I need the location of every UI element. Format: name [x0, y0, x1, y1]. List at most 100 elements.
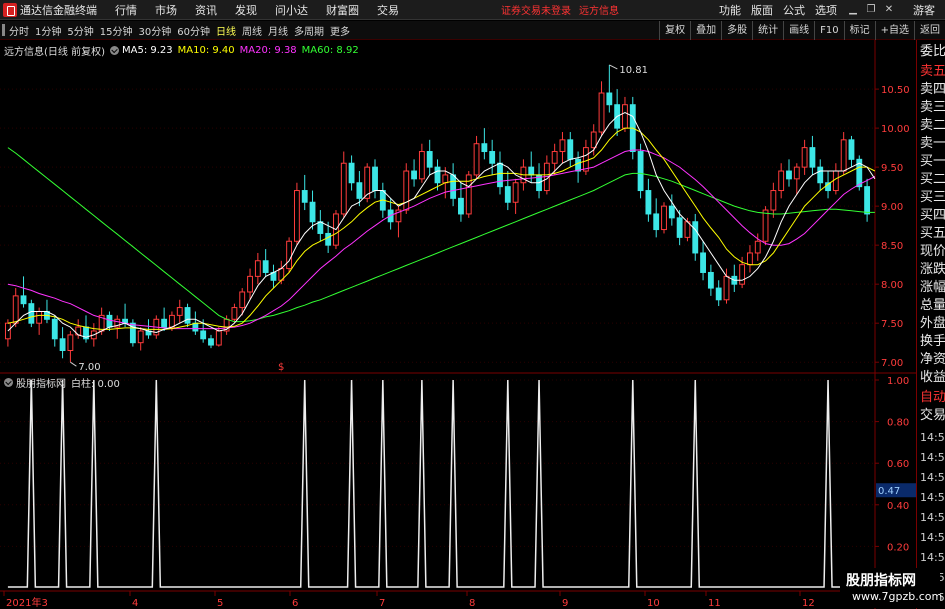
candle-body [809, 147, 816, 168]
tick-time-4: 14:5 [920, 491, 945, 504]
price-axis-label: 9.00 [881, 202, 903, 213]
legend-ma5: MA5: 9.23 [121, 45, 173, 56]
draw-line-button[interactable]: 画线 [783, 21, 814, 40]
legend-ma20: MA20: 9.38 [239, 45, 297, 56]
period-more[interactable]: 更多 [330, 23, 350, 38]
side-label-change: 涨跌 [920, 262, 945, 277]
max-price-label: 10.81 [619, 65, 648, 76]
candle-body [169, 314, 175, 328]
auto-trade-label-2[interactable]: 交易 [920, 408, 945, 424]
trade-login-status[interactable]: 证券交易未登录 [501, 2, 571, 17]
auto-trade-label-1[interactable]: 自动 [920, 390, 945, 406]
period-multi[interactable]: 多周期 [294, 23, 324, 38]
x-axis-label: 10 [647, 598, 660, 609]
menu-item-wealth[interactable]: 财富圈 [326, 2, 359, 18]
period-5min[interactable]: 5分钟 [67, 23, 93, 38]
ma5-line [7, 111, 876, 338]
menu-layout[interactable]: 版面 [751, 2, 773, 18]
current-stock-name: 远方信息 [579, 6, 619, 17]
menu-item-market[interactable]: 市场 [155, 2, 177, 18]
candle-body [442, 174, 449, 184]
period-60min[interactable]: 60分钟 [177, 23, 210, 38]
candle-body [208, 338, 214, 346]
add-watchlist-button[interactable]: +自选 [874, 21, 914, 40]
candle-body [715, 287, 722, 301]
adjust-button[interactable]: 复权 [659, 21, 690, 40]
candle-body [582, 147, 589, 172]
candle-body [754, 240, 761, 254]
side-label-sell2: 卖二 [920, 118, 945, 133]
tick-time-7: 14:5 [920, 551, 945, 564]
menu-formula[interactable]: 公式 [783, 2, 805, 18]
menu-item-news[interactable]: 资讯 [195, 2, 217, 18]
period-30min[interactable]: 30分钟 [138, 23, 171, 38]
period-15min[interactable]: 15分钟 [100, 23, 133, 38]
candle-body [286, 240, 293, 270]
chart-title: 远方信息(日线 前复权) [4, 47, 105, 58]
candle-body [801, 147, 808, 168]
close-icon[interactable]: ✕ [883, 4, 895, 16]
candle-body [28, 303, 35, 324]
x-axis-label: 11 [708, 598, 721, 609]
restore-icon[interactable]: ❐ [865, 4, 877, 16]
candle-body [215, 330, 222, 346]
multi-stock-button[interactable]: 多股 [721, 21, 752, 40]
candle-body [418, 151, 425, 180]
candle-body [356, 182, 363, 199]
candle-body [325, 232, 332, 246]
menu-item-trade[interactable]: 交易 [377, 2, 399, 18]
period-weekly[interactable]: 周线 [242, 23, 262, 38]
ma60-line [7, 147, 875, 323]
menu-item-discover[interactable]: 发现 [235, 2, 257, 18]
candle-body [239, 291, 246, 309]
white-bar-indicator-line [7, 379, 868, 588]
menu-item-ask[interactable]: 问小达 [275, 2, 308, 18]
price-axis-label: 10.50 [881, 85, 910, 96]
sub-indicator-title: 股朋指标网 [16, 379, 66, 390]
candle-body [567, 139, 574, 160]
candle-body [817, 166, 824, 184]
indicator-settings-icon[interactable] [109, 46, 119, 55]
menu-function[interactable]: 功能 [719, 2, 741, 18]
max-price-pointer [609, 64, 618, 70]
kline-chart[interactable]: 10.50 10.00 9.50 9.00 8.50 8.00 7.50 7.00 10.81 7… [0, 40, 916, 609]
candle-body [12, 295, 19, 324]
sub-indicator-settings-icon[interactable] [4, 378, 13, 387]
sub-axis-label: 1.00 [887, 376, 909, 387]
side-label-weibi: 委比 [920, 44, 945, 59]
candle-body [770, 190, 777, 211]
side-label-buy3: 买三 [920, 190, 945, 205]
x-axis-label: 12 [802, 598, 815, 609]
candle-body [309, 201, 316, 223]
candle-body [661, 205, 667, 231]
candle-body [262, 260, 269, 273]
period-1min[interactable]: 1分钟 [35, 23, 61, 38]
f10-button[interactable]: F10 [814, 21, 843, 40]
candle-body [653, 213, 660, 231]
back-button[interactable]: 返回 [914, 21, 945, 40]
app-title: 通达信金融终端 [20, 3, 97, 17]
candle-body [668, 205, 675, 219]
menu-item-quotes[interactable]: 行情 [115, 2, 137, 18]
candle-body [348, 162, 355, 184]
sub-legend: 股朋指标网 白柱: 0.00 [4, 375, 125, 390]
minimize-icon[interactable]: ▁ [847, 4, 859, 16]
sub-indicator-value: 白柱: 0.00 [71, 379, 120, 390]
sub-current-value-label: 0.47 [878, 486, 900, 497]
min-price-label: 7.00 [78, 362, 100, 373]
candle-body [301, 190, 308, 203]
stats-button[interactable]: 统计 [752, 21, 783, 40]
period-monthly[interactable]: 月线 [268, 23, 288, 38]
candle-body [36, 310, 43, 324]
period-daily[interactable]: 日线 [216, 23, 236, 38]
guest-label[interactable]: 游客 [913, 2, 935, 18]
period-timeline[interactable]: 分时 [9, 23, 29, 38]
side-label-buy2: 买二 [920, 172, 945, 187]
candle-body [590, 131, 597, 149]
mark-button[interactable]: 标记 [843, 21, 875, 40]
overlay-button[interactable]: 叠加 [690, 21, 721, 40]
x-axis-label: 8 [469, 598, 475, 609]
candle-body [450, 174, 457, 199]
menu-options[interactable]: 选项 [815, 2, 837, 18]
candle-body [161, 318, 168, 328]
